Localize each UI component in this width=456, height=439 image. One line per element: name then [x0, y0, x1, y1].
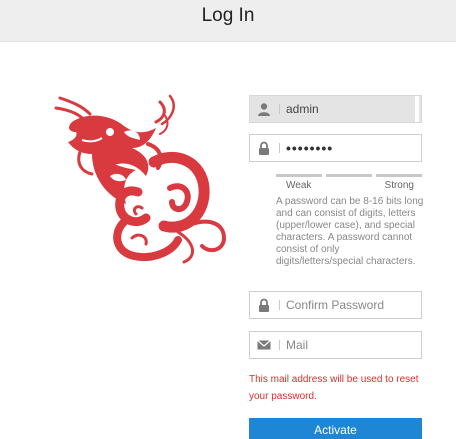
lock-icon — [252, 135, 276, 161]
activate-button[interactable]: Activate — [249, 418, 422, 439]
confirm-password-placeholder: Confirm Password — [286, 298, 385, 312]
lock-icon — [252, 292, 276, 318]
strength-bars — [276, 174, 422, 177]
strength-bar — [326, 174, 372, 177]
strength-weak-label: Weak — [286, 180, 312, 191]
mail-placeholder: Mail — [286, 338, 309, 352]
strength-strong-label: Strong — [384, 180, 414, 191]
strength-bar — [276, 174, 322, 177]
field-separator — [279, 340, 280, 350]
field-end-marker — [415, 96, 419, 122]
password-strength-meter: Weak Strong — [276, 174, 422, 191]
field-separator — [279, 104, 280, 114]
mail-icon — [252, 332, 276, 358]
page-header: Log In — [0, 0, 456, 42]
username-value: admin — [286, 102, 319, 116]
password-value: •••••••• — [286, 140, 334, 156]
mail-field[interactable]: Mail — [249, 331, 422, 359]
page-title: Log In — [201, 4, 255, 26]
field-separator — [279, 300, 280, 310]
mail-notice: This mail address will be used to reset … — [249, 374, 419, 402]
confirm-password-field[interactable]: Confirm Password — [249, 291, 422, 319]
field-separator — [279, 143, 280, 153]
username-field[interactable]: admin — [249, 95, 422, 123]
user-icon — [252, 96, 276, 122]
password-hint: A password can be 8-16 bits long and can… — [276, 196, 424, 267]
strength-labels: Weak Strong — [276, 180, 422, 191]
password-field[interactable]: •••••••• — [249, 134, 422, 162]
dragon-logo — [54, 94, 226, 264]
strength-bar — [376, 174, 422, 177]
